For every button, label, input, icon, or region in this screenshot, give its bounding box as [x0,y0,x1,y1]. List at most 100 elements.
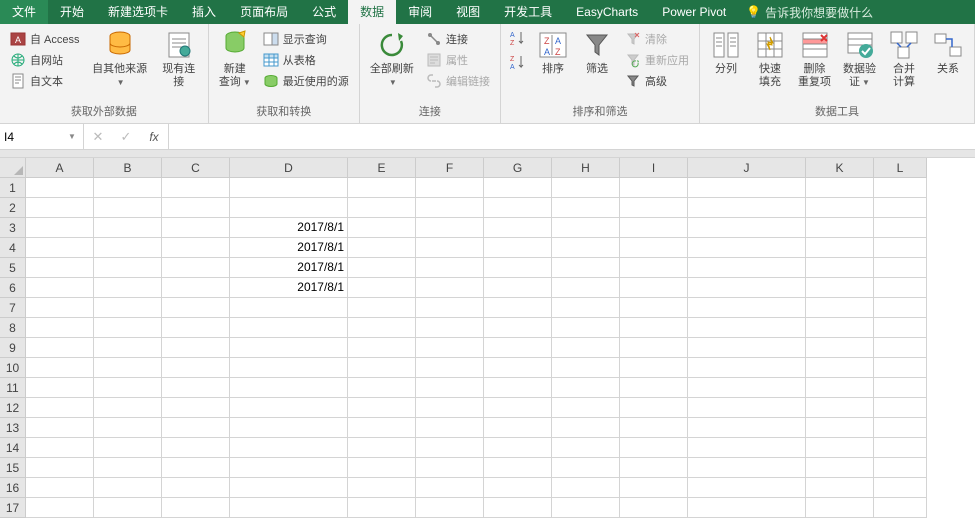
cell[interactable] [806,358,874,378]
cell[interactable] [416,398,484,418]
cell[interactable] [874,458,927,478]
cell[interactable] [348,478,416,498]
cell[interactable] [688,378,806,398]
cell[interactable] [162,178,230,198]
cell[interactable] [874,298,927,318]
cell[interactable] [26,318,94,338]
cell[interactable] [416,278,484,298]
cell[interactable] [230,198,348,218]
cell[interactable] [484,418,552,438]
cell[interactable] [806,438,874,458]
cell[interactable] [94,418,162,438]
cell[interactable] [230,498,348,518]
cell[interactable] [416,218,484,238]
cell[interactable] [688,198,806,218]
cell[interactable] [874,238,927,258]
row-header[interactable]: 11 [0,378,26,398]
cell[interactable] [484,358,552,378]
cell[interactable] [874,178,927,198]
cell[interactable] [162,418,230,438]
cell[interactable] [874,318,927,338]
column-header[interactable]: H [552,158,620,178]
cell[interactable] [688,458,806,478]
cell[interactable] [484,398,552,418]
cell[interactable] [806,298,874,318]
cell[interactable] [94,338,162,358]
new-query-button[interactable]: 新建 查询▼ [213,27,257,91]
cell[interactable] [94,378,162,398]
cell[interactable] [26,198,94,218]
refresh-all-button[interactable]: 全部刷新▼ [364,27,420,91]
cell[interactable] [620,178,688,198]
column-header[interactable]: J [688,158,806,178]
cell[interactable] [162,318,230,338]
cell[interactable] [94,318,162,338]
tab-easycharts[interactable]: EasyCharts [564,0,650,24]
cell[interactable] [484,458,552,478]
cell[interactable] [620,218,688,238]
cell[interactable] [688,298,806,318]
cell[interactable] [552,358,620,378]
cell[interactable] [552,498,620,518]
cell[interactable] [484,198,552,218]
cell[interactable] [620,278,688,298]
cell[interactable] [484,318,552,338]
cancel-formula-button[interactable]: ✕ [84,124,112,149]
row-header[interactable]: 7 [0,298,26,318]
cell[interactable] [688,498,806,518]
row-header[interactable]: 8 [0,318,26,338]
cell[interactable] [26,238,94,258]
cell[interactable] [416,238,484,258]
cell[interactable] [348,398,416,418]
cell[interactable] [484,298,552,318]
cell[interactable] [26,398,94,418]
cell[interactable] [26,418,94,438]
cell[interactable] [162,278,230,298]
cell[interactable] [94,198,162,218]
tab-home[interactable]: 开始 [48,0,96,24]
cell[interactable] [552,298,620,318]
cell[interactable] [26,278,94,298]
cell[interactable] [94,358,162,378]
cell[interactable] [806,278,874,298]
cell[interactable] [230,358,348,378]
cell[interactable] [162,258,230,278]
row-header[interactable]: 16 [0,478,26,498]
row-header[interactable]: 13 [0,418,26,438]
worksheet-grid[interactable]: ABCDEFGHIJKL1232017/8/142017/8/152017/8/… [0,158,975,518]
cell[interactable] [552,458,620,478]
cell[interactable] [874,478,927,498]
cell[interactable] [94,278,162,298]
tab-review[interactable]: 审阅 [396,0,444,24]
cell[interactable] [94,498,162,518]
cell[interactable] [620,418,688,438]
cell[interactable] [806,338,874,358]
row-header[interactable]: 9 [0,338,26,358]
cell[interactable] [26,498,94,518]
cell[interactable] [416,258,484,278]
cell[interactable]: 2017/8/1 [230,218,348,238]
cell[interactable] [348,298,416,318]
row-header[interactable]: 5 [0,258,26,278]
column-header[interactable]: L [874,158,927,178]
cell[interactable] [688,438,806,458]
show-queries-button[interactable]: 显示查询 [259,29,353,49]
column-header[interactable]: A [26,158,94,178]
data-validation-button[interactable]: 数据验 证▼ [837,27,882,91]
cell[interactable] [416,338,484,358]
cell[interactable] [348,218,416,238]
cell[interactable] [620,318,688,338]
cell[interactable] [26,218,94,238]
cell[interactable] [806,238,874,258]
cell[interactable] [874,378,927,398]
cell[interactable] [416,378,484,398]
name-box[interactable]: ▼ [0,124,84,149]
cell[interactable] [348,178,416,198]
cell[interactable] [26,378,94,398]
cell[interactable] [484,378,552,398]
cell[interactable] [94,458,162,478]
cell[interactable] [162,438,230,458]
remove-duplicates-button[interactable]: 删除 重复项 [792,27,837,91]
cell[interactable] [416,198,484,218]
cell[interactable] [348,358,416,378]
